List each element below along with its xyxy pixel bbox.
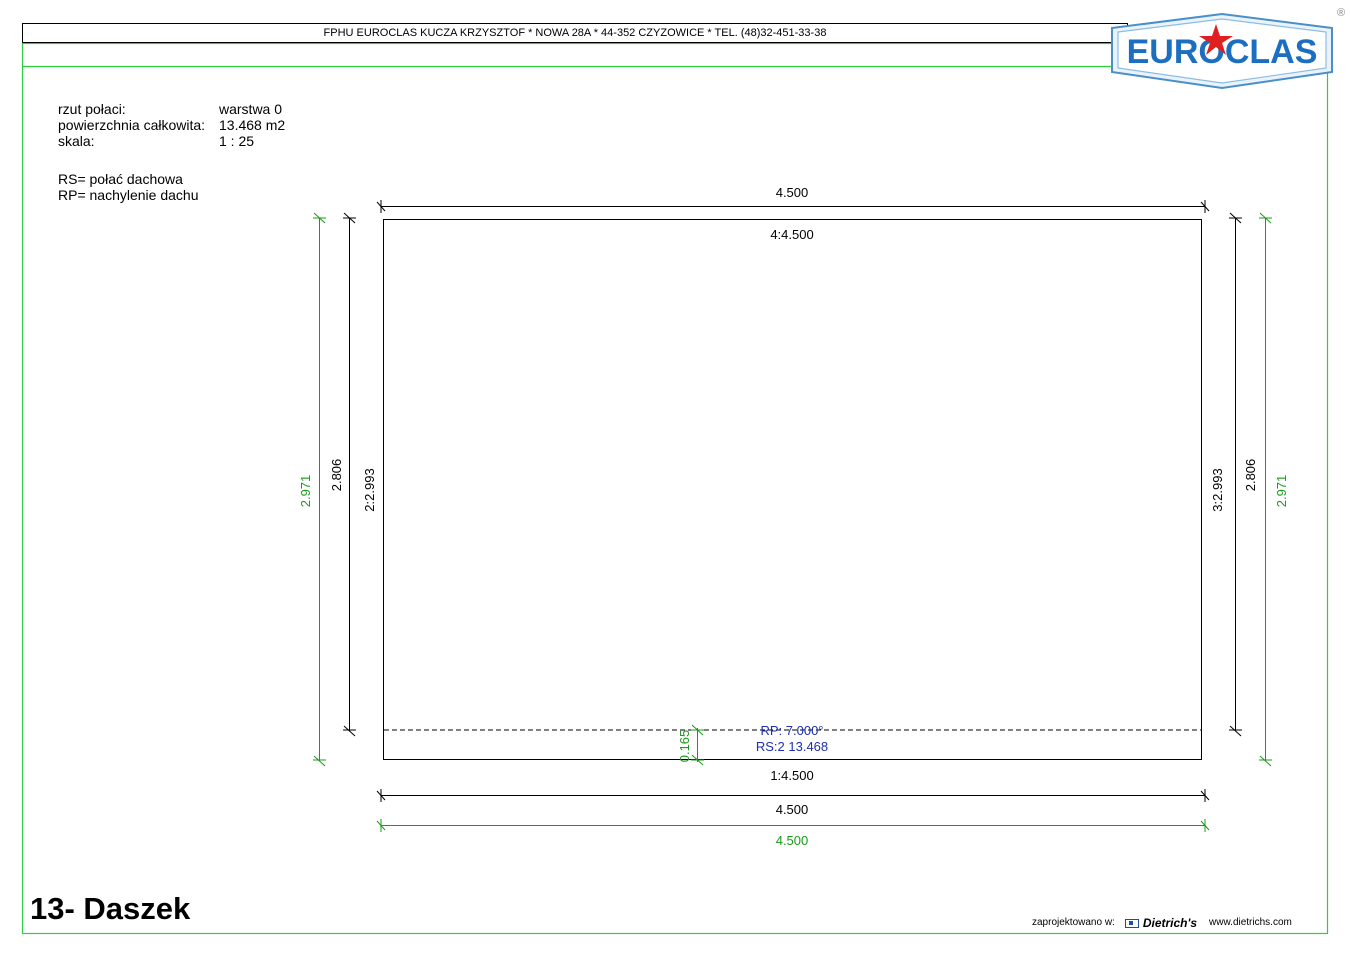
footer-brand: Dietrich's <box>1142 916 1198 930</box>
dim-right-black-label: 2.806 <box>1243 459 1258 492</box>
dietrichs-icon <box>1124 918 1139 928</box>
overhang-label: 0.165 <box>677 730 692 763</box>
dim-right-green-label: 2.971 <box>1274 475 1289 508</box>
footer-url: www.dietrichs.com <box>1209 917 1292 928</box>
roof-pitch-label: RP: 7.000° <box>760 723 823 738</box>
footer: zaprojektowano w: Dietrich's www.dietric… <box>1032 916 1292 930</box>
edge-top-label: 4:4.500 <box>770 227 813 242</box>
dim-bottom-label: 4.500 <box>776 802 809 817</box>
edge-right-label: 3:2.993 <box>1210 468 1225 511</box>
roof-drawing: 4.500 4:4.500 1:4.500 4.500 2.806 2:2.99… <box>298 185 1289 848</box>
page-title: 13- Daszek <box>30 891 191 926</box>
roof-surface-label: RS:2 13.468 <box>756 739 828 754</box>
edge-left-label: 2:2.993 <box>362 468 377 511</box>
dim-left-green-label: 2.971 <box>298 475 313 508</box>
dim-top-label: 4.500 <box>776 185 809 200</box>
footer-designed-in: zaprojektowano w: <box>1032 917 1115 928</box>
edge-bottom-label: 1:4.500 <box>770 768 813 783</box>
dim-bottom-green-label: 4.500 <box>776 833 809 848</box>
roof-outline <box>383 219 1202 760</box>
dim-left-black-label: 2.806 <box>329 459 344 492</box>
